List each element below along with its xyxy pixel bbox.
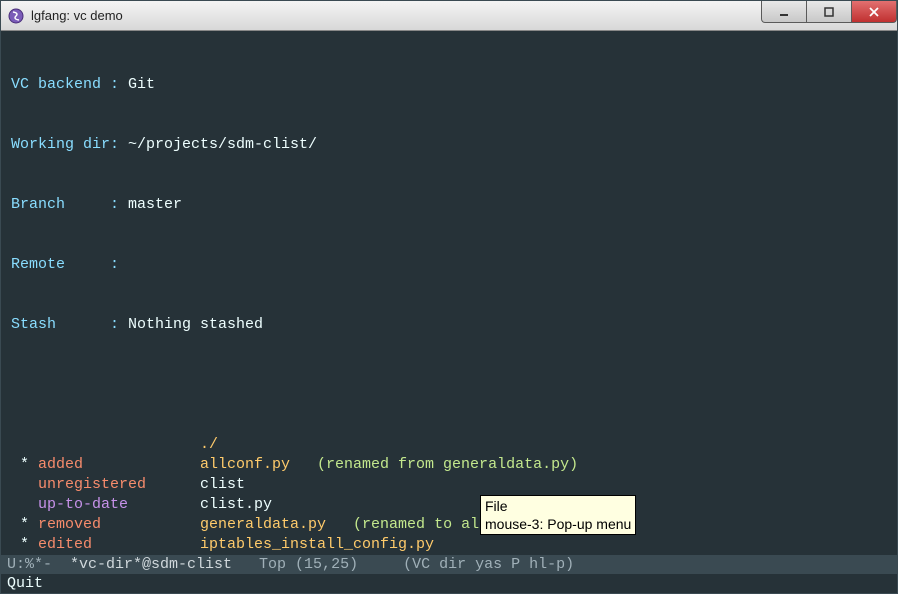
status: edited	[38, 535, 200, 555]
emacs-window: lgfang: vc demo VC backend : Git Working…	[0, 0, 898, 594]
mark: *	[11, 535, 38, 555]
titlebar[interactable]: lgfang: vc demo	[1, 1, 897, 31]
file-row[interactable]: * addedallconf.py (renamed from generald…	[11, 455, 887, 475]
file-row[interactable]: * editediptables_install_config.py	[11, 535, 887, 555]
mark	[11, 435, 38, 455]
header-remote: Remote :	[11, 255, 887, 275]
modes: (VC dir yas P hl-p)	[403, 556, 574, 573]
filename[interactable]: generaldata.py	[200, 515, 326, 535]
mark: *	[11, 455, 38, 475]
status: removed	[38, 515, 200, 535]
editor-area[interactable]: VC backend : Git Working dir: ~/projects…	[1, 31, 897, 555]
file-row[interactable]: ./	[11, 435, 887, 455]
status: added	[38, 455, 200, 475]
annotation: (renamed from generaldata.py)	[290, 455, 578, 475]
mark	[11, 475, 38, 495]
filename[interactable]: allconf.py	[200, 455, 290, 475]
maximize-button[interactable]	[806, 1, 852, 23]
file-row[interactable]: * removedgeneraldata.py (renamed to allc…	[11, 515, 887, 535]
close-button[interactable]	[851, 1, 897, 23]
filename[interactable]: clist.py	[200, 495, 272, 515]
mark	[11, 495, 38, 515]
modeline[interactable]: U:%*- *vc-dir*@sdm-clist Top (15,25) (VC…	[1, 555, 897, 574]
mark: *	[11, 515, 38, 535]
header-workdir: Working dir: ~/projects/sdm-clist/	[11, 135, 887, 155]
file-row[interactable]: unregisteredclist	[11, 475, 887, 495]
header-backend: VC backend : Git	[11, 75, 887, 95]
blank-line	[11, 375, 887, 395]
minimize-button[interactable]	[761, 1, 807, 23]
status: up-to-date	[38, 495, 200, 515]
window-title: lgfang: vc demo	[31, 8, 123, 23]
file-list: ./ * addedallconf.py (renamed from gener…	[11, 435, 887, 555]
buffer-name: *vc-dir*@sdm-clist	[70, 556, 232, 573]
file-row[interactable]: up-to-dateclist.py	[11, 495, 887, 515]
status	[38, 435, 200, 455]
status: unregistered	[38, 475, 200, 495]
emacs-icon	[7, 7, 25, 25]
filename[interactable]: ./	[200, 435, 218, 455]
filename[interactable]: clist	[200, 475, 245, 495]
filename[interactable]: iptables_install_config.py	[200, 535, 434, 555]
minibuffer[interactable]: Quit	[1, 574, 897, 593]
window-controls	[762, 1, 897, 23]
tooltip: File mouse-3: Pop-up menu	[480, 495, 636, 535]
header-stash: Stash : Nothing stashed	[11, 315, 887, 335]
header-branch: Branch : master	[11, 195, 887, 215]
